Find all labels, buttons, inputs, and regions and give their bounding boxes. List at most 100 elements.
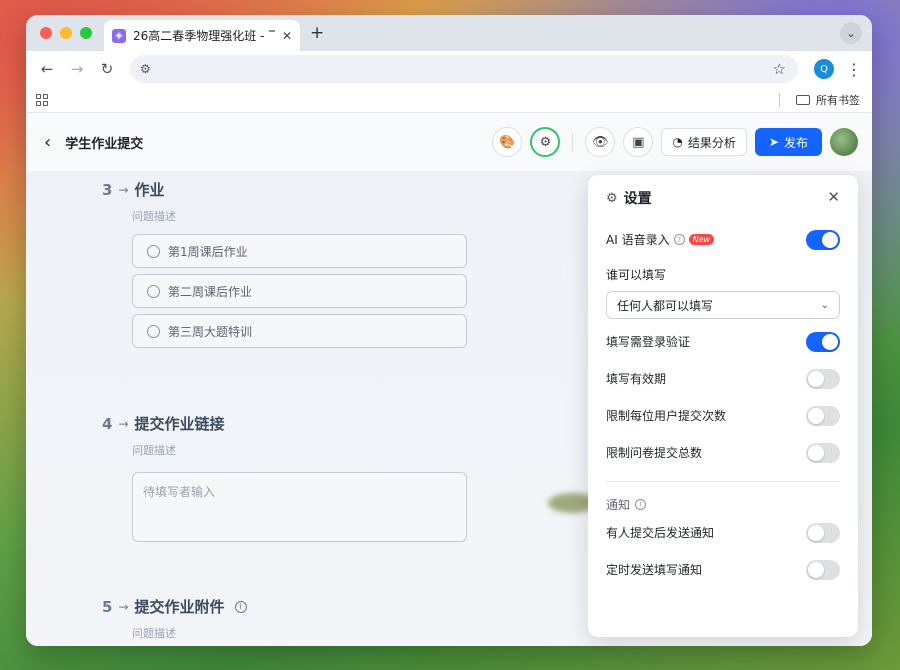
radio-option[interactable]: 第1周课后作业	[132, 234, 467, 268]
limit-total-toggle[interactable]	[806, 442, 840, 463]
settings-header: ⚙ 设置 ✕	[606, 175, 840, 221]
question-5: 5 → 提交作业附件 i 问题描述	[102, 596, 247, 641]
setting-label: 限制问卷提交总数	[606, 446, 703, 460]
tab-strip: ◈ 26高二春季物理强化班 - 飞书云 ✕ + ⌄	[26, 15, 872, 51]
reload-icon[interactable]: ↻	[94, 56, 120, 82]
forward-nav-icon[interactable]: →	[64, 56, 90, 82]
publish-button[interactable]: ➤ 发布	[754, 128, 822, 156]
setting-ai-voice: AI 语音录入 ? New	[606, 221, 840, 258]
arrow-right-icon: →	[118, 416, 129, 431]
close-window-button[interactable]	[40, 27, 52, 39]
settings-gear-icon: ⚙	[606, 190, 618, 206]
setting-label: 有人提交后发送通知	[606, 526, 715, 540]
select-value: 任何人都可以填写	[617, 298, 714, 313]
arrow-right-icon: →	[118, 599, 129, 614]
setting-label: 限制每位用户提交次数	[606, 409, 727, 423]
address-bar[interactable]: ⚙ ☆	[130, 55, 798, 83]
option-label: 第二周课后作业	[168, 284, 253, 299]
result-analysis-button[interactable]: ◔ 结果分析	[661, 128, 747, 156]
send-icon: ➤	[768, 135, 779, 149]
radio-circle-icon[interactable]	[147, 244, 160, 258]
back-arrow-icon[interactable]: ‹	[44, 132, 51, 153]
setting-label: AI 语音录入	[606, 233, 670, 247]
browser-window: ◈ 26高二春季物理强化班 - 飞书云 ✕ + ⌄ ← → ↻ ⚙ ☆ Q ⋮ …	[26, 15, 872, 646]
question-header: 3 → 作业	[102, 179, 467, 200]
question-3: 3 → 作业 问题描述 第1周课后作业 第二周课后作业 第三周大题特训	[102, 179, 467, 348]
radio-option[interactable]: 第二周课后作业	[132, 274, 467, 308]
site-settings-icon[interactable]: ⚙	[140, 62, 151, 76]
question-title[interactable]: 作业	[135, 179, 165, 200]
profile-avatar[interactable]: Q	[814, 59, 834, 79]
question-number: 5	[102, 597, 113, 616]
all-bookmarks-button[interactable]: 所有书签	[796, 92, 860, 108]
arrow-right-icon: →	[118, 182, 129, 197]
login-verify-toggle[interactable]	[806, 331, 840, 352]
help-icon[interactable]: ?	[673, 234, 685, 245]
browser-toolbar: ← → ↻ ⚙ ☆ Q ⋮	[26, 51, 872, 87]
bookmarks-divider	[779, 93, 780, 107]
header-divider	[572, 133, 574, 151]
tab-close-icon[interactable]: ✕	[282, 29, 292, 43]
setting-notify-on-submit: 有人提交后发送通知	[606, 514, 840, 551]
all-bookmarks-label: 所有书签	[816, 94, 860, 107]
minimize-window-button[interactable]	[60, 27, 72, 39]
info-icon[interactable]: i	[234, 600, 247, 613]
browser-menu-icon[interactable]: ⋮	[844, 60, 864, 79]
notify-section: 通知 i	[606, 494, 840, 514]
scheduled-notify-toggle[interactable]	[806, 559, 840, 580]
apps-grid-icon[interactable]	[36, 93, 48, 106]
question-4: 4 → 提交作业链接 问题描述 待填写者输入	[102, 413, 467, 542]
info-icon[interactable]: i	[635, 498, 647, 510]
notify-on-submit-toggle[interactable]	[806, 522, 840, 543]
answer-textarea[interactable]: 待填写者输入	[132, 472, 467, 542]
question-title[interactable]: 提交作业链接	[135, 413, 225, 434]
radio-option[interactable]: 第三周大题特训	[132, 314, 467, 348]
new-badge: New	[688, 234, 715, 245]
radio-circle-icon[interactable]	[147, 324, 160, 338]
settings-title: 设置	[623, 191, 652, 207]
setting-validity: 填写有效期	[606, 360, 840, 397]
settings-panel: ⚙ 设置 ✕ AI 语音录入 ? New 谁可以填写 任何人都可以填写 ⌄ 填写…	[588, 175, 858, 637]
share-card-icon[interactable]: ▣	[623, 127, 654, 157]
theme-palette-icon[interactable]: 🎨	[492, 127, 523, 157]
who-can-fill-select[interactable]: 任何人都可以填写 ⌄	[606, 291, 840, 319]
setting-label: 定时发送填写通知	[606, 563, 703, 577]
preview-eye-icon[interactable]: 👁	[585, 127, 616, 157]
question-header: 5 → 提交作业附件 i	[102, 596, 247, 617]
back-nav-icon[interactable]: ←	[34, 56, 60, 82]
option-label: 第三周大题特训	[168, 324, 253, 339]
settings-gear-icon[interactable]: ⚙	[530, 127, 561, 157]
setting-scheduled-notify: 定时发送填写通知	[606, 551, 840, 588]
setting-limit-total: 限制问卷提交总数	[606, 434, 840, 471]
question-description[interactable]: 问题描述	[132, 208, 467, 224]
maximize-window-button[interactable]	[80, 27, 92, 39]
publish-label: 发布	[783, 135, 808, 150]
question-header: 4 → 提交作业链接	[102, 413, 467, 434]
tab-title: 26高二春季物理强化班 - 飞书云	[133, 29, 275, 43]
radio-circle-icon[interactable]	[147, 284, 160, 298]
setting-login-verify: 填写需登录验证	[606, 323, 840, 360]
limit-per-user-toggle[interactable]	[806, 405, 840, 426]
bookmark-star-icon[interactable]: ☆	[773, 60, 786, 78]
settings-divider	[606, 481, 840, 482]
question-description[interactable]: 问题描述	[132, 625, 247, 641]
who-can-fill-label: 谁可以填写	[606, 268, 667, 282]
setting-limit-per-user: 限制每位用户提交次数	[606, 397, 840, 434]
question-description[interactable]: 问题描述	[132, 442, 467, 458]
tab-search-dropdown-icon[interactable]: ⌄	[840, 22, 862, 44]
window-controls	[40, 27, 92, 39]
feishu-favicon-icon: ◈	[112, 28, 126, 43]
analysis-chart-icon: ◔	[672, 135, 683, 149]
question-number: 4	[102, 414, 113, 433]
new-tab-button[interactable]: +	[310, 23, 324, 43]
folder-icon	[796, 95, 810, 105]
user-avatar[interactable]	[830, 128, 858, 156]
question-title[interactable]: 提交作业附件	[135, 596, 225, 617]
browser-tab[interactable]: ◈ 26高二春季物理强化班 - 飞书云 ✕	[104, 20, 300, 51]
close-icon[interactable]: ✕	[827, 188, 840, 206]
validity-toggle[interactable]	[806, 368, 840, 389]
page-title: 学生作业提交	[65, 136, 144, 152]
ai-voice-toggle[interactable]	[806, 229, 840, 250]
section-label: 通知	[606, 497, 631, 512]
setting-label: 填写需登录验证	[606, 335, 691, 349]
